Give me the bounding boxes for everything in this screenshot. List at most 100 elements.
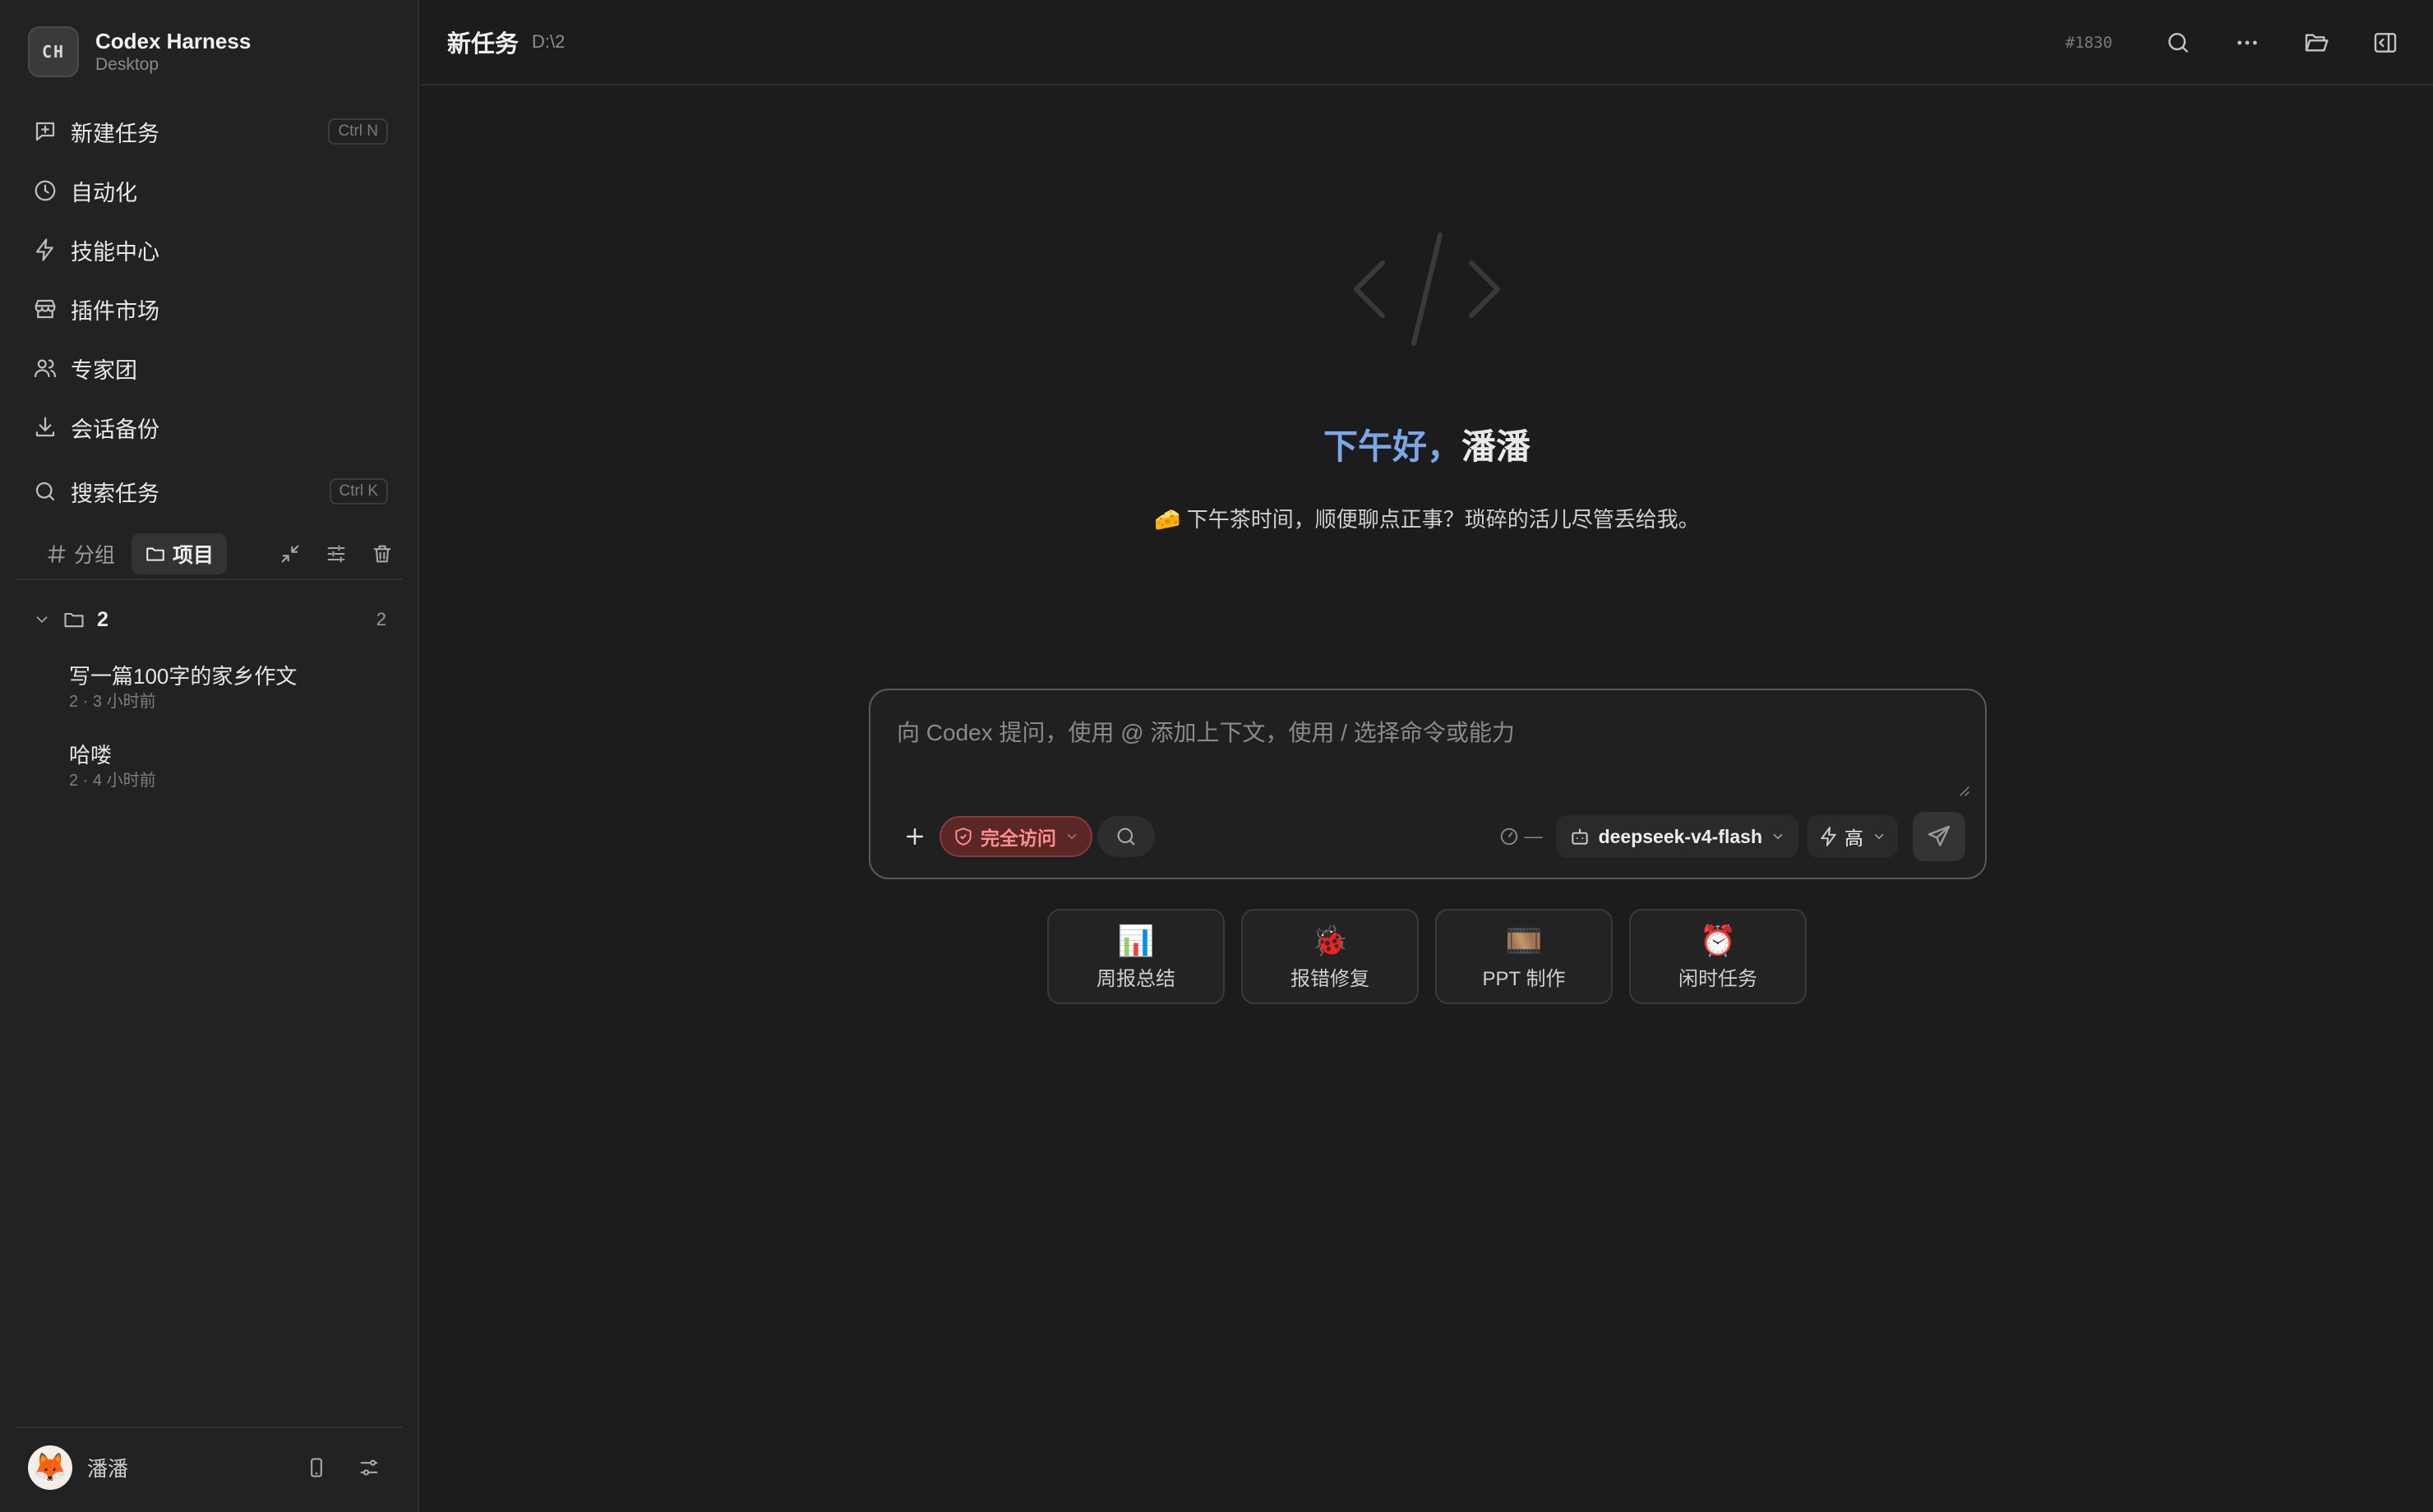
tab-label: 分组: [74, 544, 116, 567]
sidebar-item-label: 会话备份: [71, 417, 159, 442]
context-usage[interactable]: —: [1498, 826, 1543, 847]
app-subtitle: Desktop: [95, 55, 159, 74]
app-name: Codex Harness: [95, 29, 252, 53]
working-directory: D:\2: [532, 31, 566, 52]
tab-groups[interactable]: 分组: [33, 533, 128, 574]
greeting: 下午好，潘潘: [421, 419, 2433, 469]
film-icon: 🎞️: [1505, 923, 1543, 957]
store-icon: [33, 297, 58, 321]
bug-icon: 🐞: [1311, 923, 1349, 957]
user-footer: 🦊 潘潘: [28, 1443, 390, 1492]
quick-action-label: 周报总结: [1096, 967, 1175, 990]
greeting-accent: 下午好，: [1323, 427, 1461, 466]
quick-action-ppt[interactable]: 🎞️ PPT 制作: [1435, 909, 1613, 1004]
sidebar-item-label: 技能中心: [71, 239, 159, 265]
sliders-icon: [327, 545, 345, 563]
list-item[interactable]: 写一篇100字的家乡作文 2 · 3 小时前: [69, 662, 398, 713]
brand: CH Codex Harness Desktop: [28, 26, 251, 77]
avatar[interactable]: 🦊: [28, 1445, 72, 1490]
open-folder-button[interactable]: [2292, 18, 2341, 67]
greeting-name: 潘潘: [1461, 427, 1531, 466]
user-name: 潘潘: [87, 1458, 129, 1481]
lightning-icon: [1818, 826, 1840, 847]
shortcut-badge: Ctrl K: [329, 478, 388, 505]
access-mode-dropdown[interactable]: 完全访问: [939, 816, 1092, 857]
chevron-down-icon: [1064, 829, 1079, 844]
search-icon: [2168, 33, 2188, 53]
search-icon: [1117, 827, 1135, 846]
trash-icon: [373, 545, 391, 563]
quick-action-weekly-report[interactable]: 📊 周报总结: [1047, 909, 1225, 1004]
sidebar-item-automation[interactable]: 自动化: [16, 161, 403, 220]
session-id: #1830: [2065, 34, 2112, 52]
sidebar-divider: [16, 579, 403, 580]
quick-action-label: 报错修复: [1290, 967, 1369, 990]
main-area: 新任务 D:\2 #1830 下午好，潘潘 🧀 下午茶时间，顺便聊点正事？琐碎的…: [421, 0, 2433, 1512]
sidebar-item-experts[interactable]: 专家团: [16, 339, 403, 398]
sidebar-item-skills[interactable]: 技能中心: [16, 220, 403, 279]
task-title: 哈喽: [69, 743, 113, 768]
top-actions: #1830: [2066, 18, 2410, 67]
task-meta: 2 · 4 小时前: [69, 772, 156, 790]
shortcut-badge: Ctrl N: [328, 118, 388, 145]
search-tasks-button[interactable]: 搜索任务 Ctrl K: [16, 462, 403, 521]
quick-action-bug-fix[interactable]: 🐞 报错修复: [1241, 909, 1419, 1004]
filter-button[interactable]: [316, 533, 357, 574]
app-logo: CH: [28, 26, 79, 77]
hash-icon: [46, 543, 67, 565]
shield-icon: [953, 826, 974, 847]
quick-action-label: 闲时任务: [1678, 967, 1757, 990]
sidebar: CH Codex Harness Desktop 新建任务 Ctrl N 自动化…: [0, 0, 419, 1512]
collapse-all-button[interactable]: [270, 533, 311, 574]
bar-chart-icon: 📊: [1117, 923, 1155, 957]
tab-projects[interactable]: 项目: [132, 533, 228, 574]
robot-icon: [1569, 826, 1590, 847]
chevron-down-icon[interactable]: [33, 611, 51, 629]
code-icon: [1351, 230, 1503, 348]
delete-button[interactable]: [362, 533, 403, 574]
more-button[interactable]: [2223, 18, 2272, 67]
add-attachment-button[interactable]: [893, 815, 936, 858]
web-search-toggle[interactable]: [1097, 816, 1155, 857]
page-title: 新任务: [447, 31, 519, 58]
chevron-down-icon: [1872, 829, 1886, 844]
reasoning-level-selector[interactable]: 高: [1807, 815, 1898, 858]
sidebar-item-new-task[interactable]: 新建任务 Ctrl N: [16, 102, 403, 161]
list-item[interactable]: 哈喽 2 · 4 小时前: [69, 741, 398, 792]
greeting-subline: 🧀 下午茶时间，顺便聊点正事？琐碎的活儿尽管丢给我。: [1154, 507, 1700, 532]
quick-action-idle-task[interactable]: ⏰ 闲时任务: [1629, 909, 1807, 1004]
send-button[interactable]: [1913, 812, 1965, 861]
search-tasks-label: 搜索任务: [71, 481, 159, 506]
sidebar-item-backup[interactable]: 会话备份: [16, 398, 403, 457]
search-button[interactable]: [2154, 18, 2203, 67]
folder-icon: [62, 608, 85, 631]
sidebar-search: 搜索任务 Ctrl K: [16, 462, 403, 521]
prompt-input[interactable]: [897, 715, 1962, 795]
composer: 完全访问 — deepseek-v4-flash: [869, 689, 1987, 879]
access-mode-label: 完全访问: [981, 827, 1056, 849]
search-icon: [33, 479, 58, 504]
project-group[interactable]: 2 2: [33, 598, 386, 641]
sidebar-item-plugins[interactable]: 插件市场: [16, 279, 403, 339]
task-title: 写一篇100字的家乡作文: [69, 664, 298, 689]
brand-text: Codex Harness Desktop: [95, 28, 251, 76]
sidebar-item-label: 插件市场: [71, 298, 159, 324]
users-icon: [33, 356, 58, 380]
model-name: deepseek-v4-flash: [1598, 825, 1762, 847]
resize-handle[interactable]: [1955, 782, 1970, 797]
settings-button[interactable]: [349, 1447, 390, 1488]
alarm-clock-icon: ⏰: [1699, 923, 1737, 957]
settings-icon: [360, 1459, 378, 1476]
plus-icon: [907, 828, 923, 845]
lightning-icon: [33, 237, 58, 262]
model-selector[interactable]: deepseek-v4-flash: [1555, 815, 1798, 858]
collapse-icon: [281, 545, 299, 563]
send-icon: [1927, 825, 1951, 846]
download-icon: [33, 415, 58, 440]
mobile-button[interactable]: [296, 1447, 337, 1488]
more-icon: [2237, 40, 2257, 45]
toggle-panel-button[interactable]: [2361, 18, 2410, 67]
new-task-icon: [33, 119, 58, 144]
panel-icon: [2374, 33, 2397, 53]
folder-open-icon: [2305, 34, 2329, 52]
